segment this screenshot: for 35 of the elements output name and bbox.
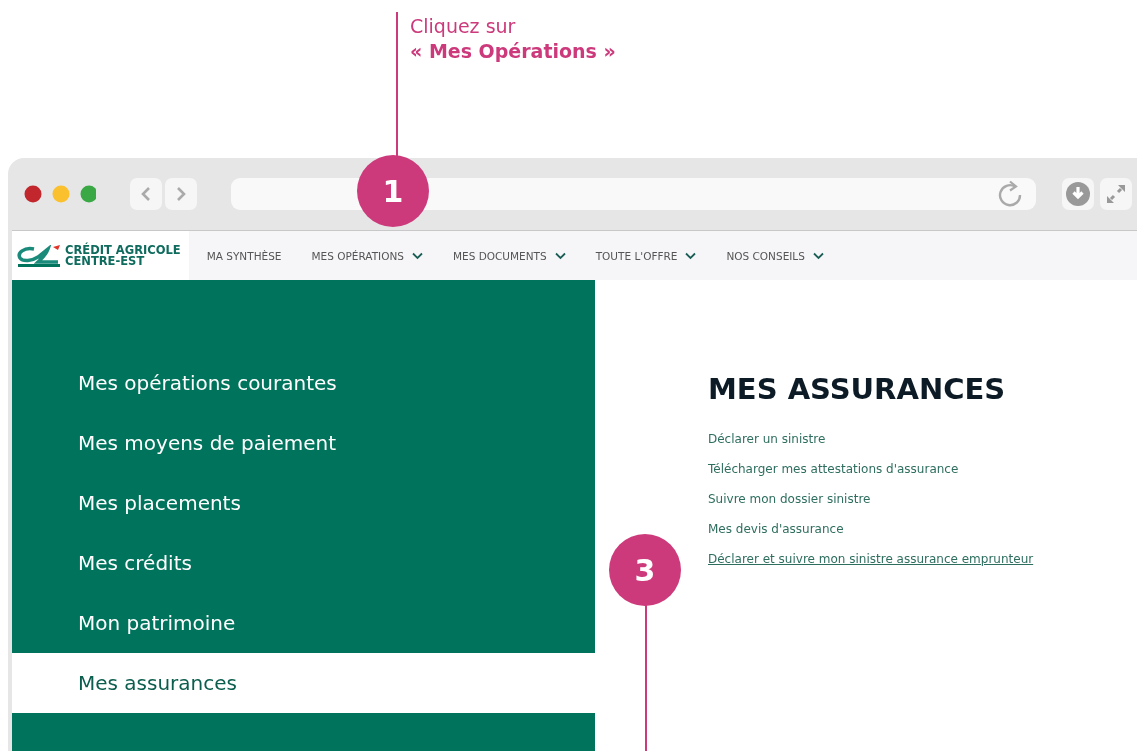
instruction-text: « Mes Opérations » <box>410 39 616 64</box>
link[interactable]: Mes devis d'assurance <box>708 522 844 552</box>
window-controls-icon <box>24 185 96 203</box>
sidebar-item[interactable]: Mes crédits <box>12 533 595 593</box>
sidebar-item[interactable]: Mes opérations courantes <box>12 353 595 413</box>
nav-link[interactable]: MES DOCUMENTS <box>452 249 547 262</box>
sidebar-item[interactable]: Mes assurances <box>12 653 595 713</box>
nav-link[interactable]: TOUTE L'OFFRE <box>595 249 678 262</box>
logo-text: CRÉDIT AGRICOLE <box>65 244 181 256</box>
chevron-down-icon[interactable] <box>411 251 423 260</box>
section-title: MES ASSURANCES <box>708 372 1006 406</box>
fullscreen-button[interactable] <box>1100 178 1132 210</box>
chevron-right-icon <box>175 186 187 202</box>
nav-link[interactable]: MES OPÉRATIONS <box>311 249 404 262</box>
logo-icon <box>16 244 62 267</box>
sidebar-item[interactable]: Mes moyens de paiement <box>12 413 595 473</box>
link[interactable]: Déclarer et suivre mon sinistre assurance emprunteur <box>708 552 1034 582</box>
sidebar-item[interactable]: Mes placements <box>12 473 595 533</box>
chevron-down-icon[interactable] <box>812 251 824 260</box>
sidebar-item[interactable]: Mon patrimoine <box>12 593 595 653</box>
chevron-down-icon[interactable] <box>685 251 697 260</box>
download-button[interactable] <box>1062 178 1094 210</box>
link[interactable]: Télécharger mes attestations d'assurance <box>708 462 959 492</box>
nav-link[interactable]: NOS CONSEILS <box>726 249 805 262</box>
expand-icon <box>1105 183 1127 205</box>
chevron-left-icon <box>140 186 152 202</box>
chevron-down-icon[interactable] <box>554 251 566 260</box>
nav-link[interactable]: MA SYNTHÈSE <box>206 249 282 262</box>
instruction-text: Cliquez sur <box>410 14 516 39</box>
logo-text: CENTRE-EST <box>65 255 145 267</box>
link[interactable]: Déclarer un sinistre <box>708 432 826 462</box>
reload-icon <box>998 180 1024 208</box>
download-icon <box>1066 182 1090 206</box>
link[interactable]: Suivre mon dossier sinistre <box>708 492 871 522</box>
address-bar[interactable] <box>231 178 1036 210</box>
